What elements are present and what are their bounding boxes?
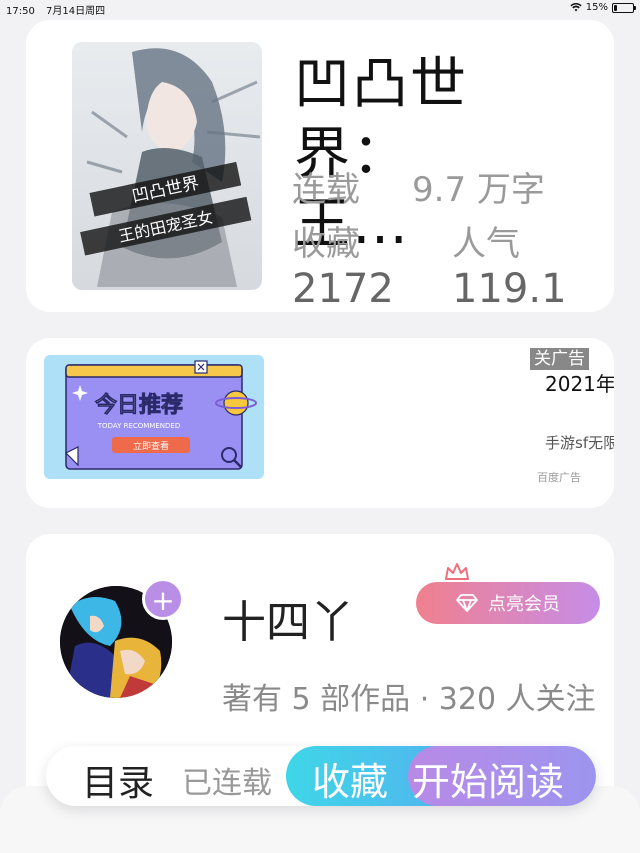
start-reading-label: 开始阅读 <box>412 760 565 804</box>
favorites-value: 2172 <box>292 266 394 312</box>
book-info-card: 凹凸世界 王的田宠圣女 凹凸世界：王… 连载 9.7 万字 收藏 人气 2172… <box>26 20 614 312</box>
collect-label: 收藏 <box>312 760 389 804</box>
vip-label: 点亮会员 <box>488 594 560 615</box>
battery-icon <box>612 2 636 13</box>
close-ad-button[interactable]: 关广告 <box>530 348 589 370</box>
word-count: 9.7 万字 <box>412 170 545 210</box>
vip-membership-button[interactable]: 点亮会员 <box>416 582 600 624</box>
popularity-value: 119.1 万 <box>452 266 567 312</box>
ad-source: 百度广告 <box>537 471 581 484</box>
ad-title[interactable]: 2021年无 <box>545 368 614 397</box>
ad-card[interactable]: 今日推荐 TODAY RECOMMENDED 立即查看 关广告 2021年无 手… <box>26 338 614 508</box>
book-cover[interactable]: 凹凸世界 王的田宠圣女 <box>72 42 262 290</box>
battery-percent: 15% <box>585 2 608 13</box>
status-right: 15% <box>570 2 636 13</box>
serial-status: 已连载 <box>182 766 272 801</box>
diamond-icon <box>456 594 478 612</box>
cover-illustration: 凹凸世界 王的田宠圣女 <box>72 42 262 290</box>
crown-icon <box>445 563 469 580</box>
author-meta: 著有 5 部作品 · 320 人关注 <box>222 682 596 717</box>
status-label: 连载 <box>292 170 360 210</box>
battery-fill <box>614 4 617 11</box>
bottom-action-bar: 目录 已连载 收藏 开始阅读 <box>46 746 596 806</box>
status-bar: 17:50 7月14日周四 15% <box>0 0 640 17</box>
wifi-icon <box>570 3 582 12</box>
author-name[interactable]: 十四丫 <box>222 586 354 650</box>
status-left: 17:50 7月14日周四 <box>6 2 113 17</box>
status-date: 7月14日周四 <box>46 6 106 17</box>
popularity-label: 人气 <box>452 224 520 264</box>
ad-description: 手游sf无限钻 <box>545 434 614 452</box>
ad-text-clip: 关广告 2021年无 手游sf无限钻 百度广告 <box>26 338 614 508</box>
catalog-button[interactable]: 目录 <box>82 754 154 806</box>
status-time: 17:50 <box>6 6 35 17</box>
favorites-label: 收藏 <box>292 224 360 264</box>
follow-author-button[interactable]: + <box>142 578 184 620</box>
